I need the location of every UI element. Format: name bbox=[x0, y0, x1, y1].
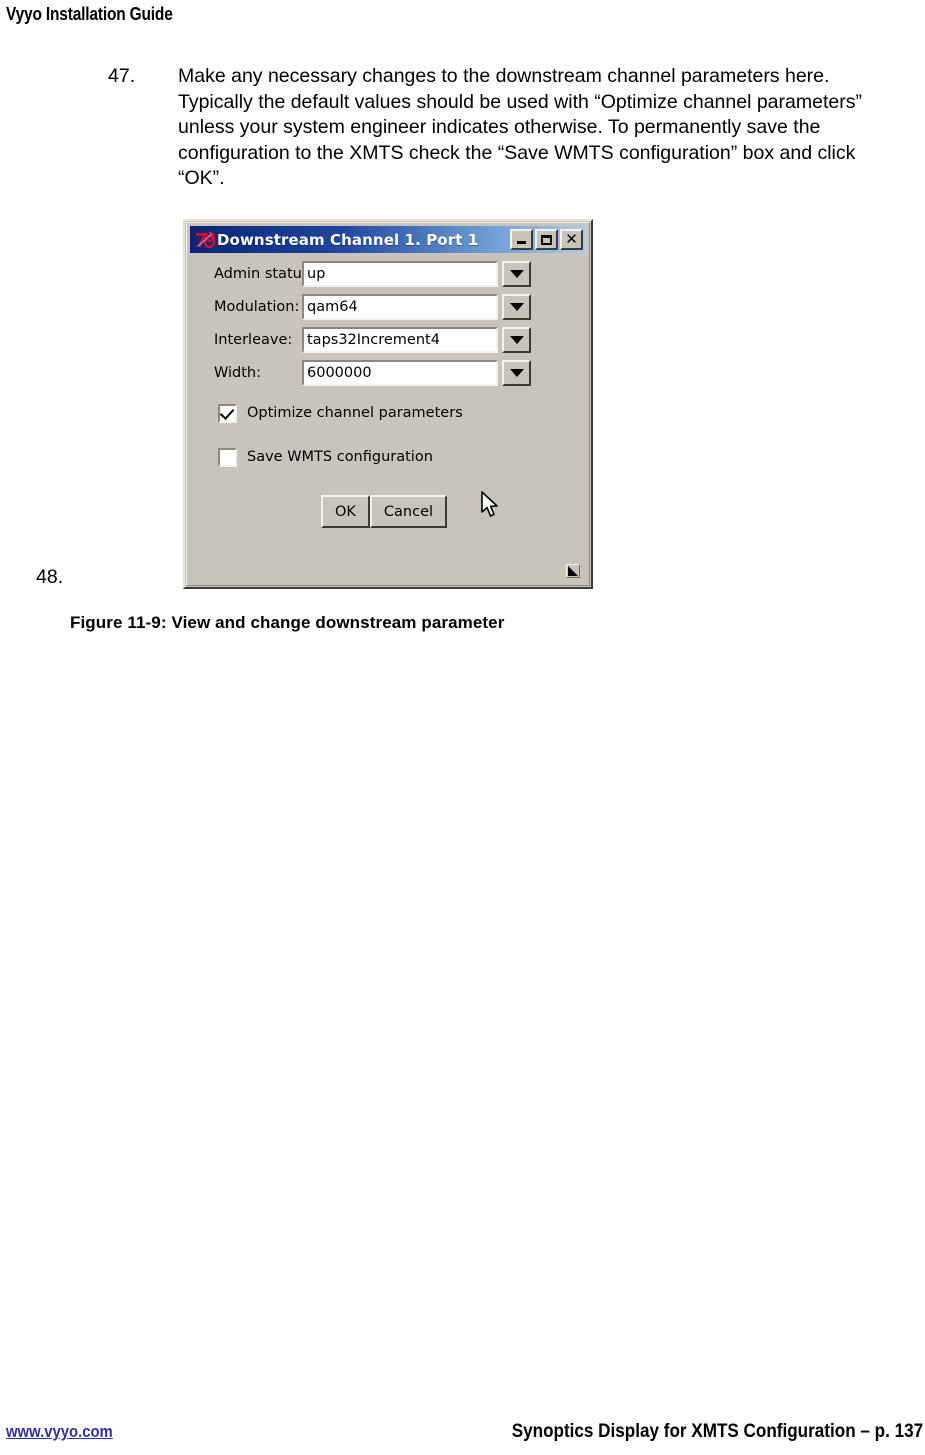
field-row-admin-status: Admin status: up bbox=[190, 259, 586, 288]
dialog-body: Admin status: up Modulation: qam64 Inter… bbox=[190, 259, 586, 582]
numbered-step-47: 47. Make any necessary changes to the do… bbox=[108, 64, 898, 192]
modulation-label: Modulation: bbox=[214, 298, 300, 315]
chevron-down-icon bbox=[509, 302, 524, 311]
downstream-channel-dialog: Downstream Channel 1. Port 1 ✕ Admin sta… bbox=[183, 219, 593, 589]
resize-grip[interactable] bbox=[566, 564, 580, 578]
cancel-button[interactable]: Cancel bbox=[369, 495, 448, 528]
step-number: 48. bbox=[36, 566, 64, 588]
maximize-button[interactable] bbox=[535, 229, 558, 250]
interleave-value[interactable]: taps32Increment4 bbox=[302, 326, 498, 353]
optimize-channel-parameters-label: Optimize channel parameters bbox=[247, 405, 463, 421]
maximize-icon bbox=[541, 234, 552, 245]
close-icon: ✕ bbox=[565, 229, 578, 248]
admin-status-dropdown-button[interactable] bbox=[502, 260, 531, 287]
save-wmts-configuration-checkbox-row[interactable]: Save WMTS configuration bbox=[218, 445, 586, 469]
vyyo-76-logo-icon bbox=[194, 230, 216, 250]
optimize-channel-parameters-checkbox-row[interactable]: Optimize channel parameters bbox=[218, 401, 586, 425]
modulation-value[interactable]: qam64 bbox=[302, 293, 498, 320]
step-text: Make any necessary changes to the downst… bbox=[178, 65, 862, 189]
ok-button[interactable]: OK bbox=[320, 495, 370, 528]
optimize-channel-parameters-checkbox[interactable] bbox=[218, 403, 237, 423]
width-dropdown-button[interactable] bbox=[502, 359, 531, 386]
page-running-header: Vyyo Installation Guide bbox=[6, 4, 173, 24]
admin-status-label: Admin status: bbox=[214, 265, 315, 282]
width-value[interactable]: 6000000 bbox=[302, 359, 498, 386]
figure-caption: Figure 11-9: View and change downstream … bbox=[70, 613, 505, 632]
save-wmts-configuration-label: Save WMTS configuration bbox=[247, 449, 433, 465]
modulation-dropdown-button[interactable] bbox=[502, 293, 531, 320]
interleave-dropdown-button[interactable] bbox=[502, 326, 531, 353]
chevron-down-icon bbox=[509, 368, 524, 377]
close-button[interactable]: ✕ bbox=[560, 229, 583, 250]
footer-website-link[interactable]: www.vyyo.com bbox=[6, 1423, 113, 1442]
dialog-title: Downstream Channel 1. Port 1 bbox=[217, 230, 479, 249]
page-footer: www.vyyo.com Synoptics Display for XMTS … bbox=[0, 1419, 925, 1449]
minimize-icon bbox=[517, 241, 526, 244]
admin-status-combobox[interactable]: up bbox=[302, 260, 531, 287]
titlebar-button-group: ✕ bbox=[510, 229, 583, 250]
modulation-combobox[interactable]: qam64 bbox=[302, 293, 531, 320]
dialog-titlebar[interactable]: Downstream Channel 1. Port 1 ✕ bbox=[190, 226, 586, 253]
minimize-button[interactable] bbox=[510, 229, 533, 250]
check-icon bbox=[219, 404, 235, 420]
dialog-button-row: OK Cancel bbox=[190, 495, 586, 528]
chevron-down-icon bbox=[509, 335, 524, 344]
field-row-width: Width: 6000000 bbox=[190, 358, 586, 387]
footer-page-info: Synoptics Display for XMTS Configuration… bbox=[511, 1421, 923, 1442]
numbered-step-48: 48. bbox=[36, 565, 63, 590]
step-number: 47. bbox=[108, 65, 136, 87]
field-row-modulation: Modulation: qam64 bbox=[190, 292, 586, 321]
admin-status-value[interactable]: up bbox=[302, 260, 498, 287]
width-label: Width: bbox=[214, 364, 262, 381]
chevron-down-icon bbox=[509, 269, 524, 278]
save-wmts-configuration-checkbox[interactable] bbox=[218, 447, 237, 467]
interleave-label: Interleave: bbox=[214, 331, 293, 348]
width-combobox[interactable]: 6000000 bbox=[302, 359, 531, 386]
field-row-interleave: Interleave: taps32Increment4 bbox=[190, 325, 586, 354]
interleave-combobox[interactable]: taps32Increment4 bbox=[302, 326, 531, 353]
